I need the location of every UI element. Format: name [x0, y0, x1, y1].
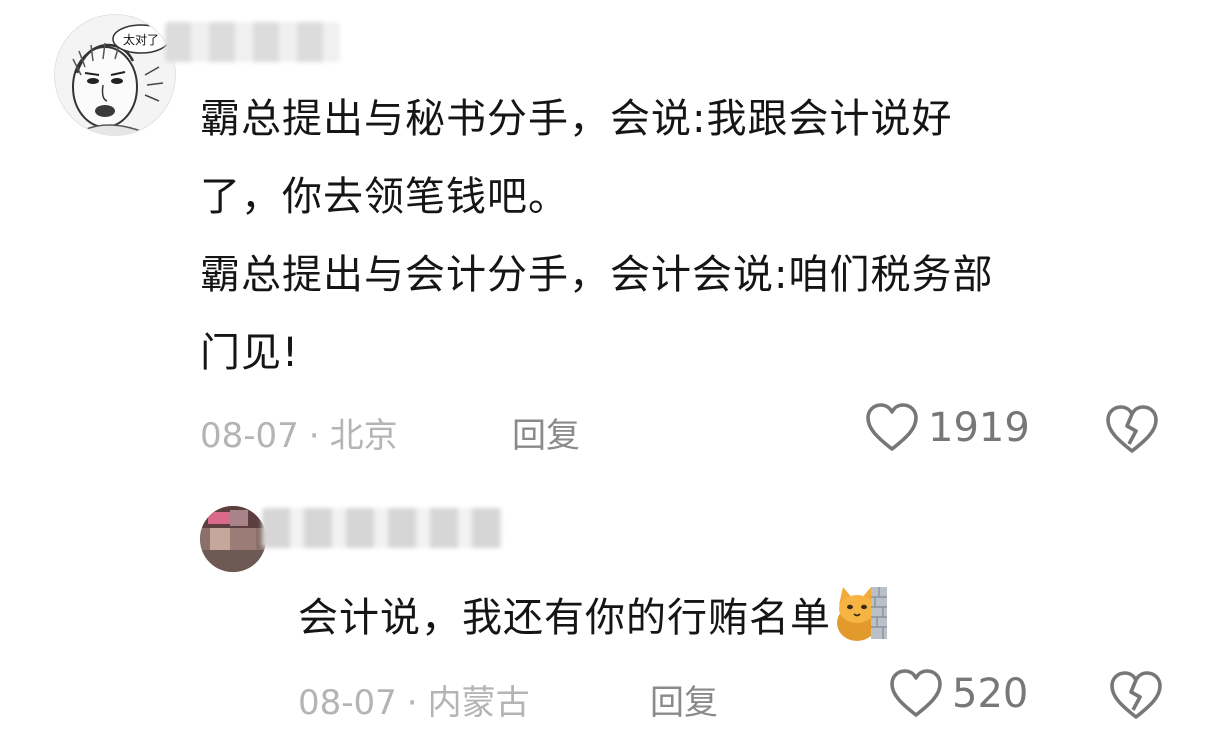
- separator-dot: ·: [406, 683, 418, 723]
- comment-thread: 太对了 霸总提出与秘书分手，会说:我跟会计说好 了，你去领笔钱吧。 霸总提出与会…: [0, 0, 1224, 748]
- comment-line: 了，你去领笔钱吧。: [200, 174, 569, 220]
- comment-meta: 08-07 · 北京: [200, 408, 398, 457]
- reply-button[interactable]: 回复: [650, 675, 718, 724]
- dislike-button[interactable]: [1108, 670, 1164, 726]
- username-blurred[interactable]: [165, 22, 340, 62]
- comment-text: 霸总提出与秘书分手，会说:我跟会计说好 了，你去领笔钱吧。 霸总提出与会计分手，…: [200, 80, 993, 392]
- avatar-image-blurred: [200, 506, 266, 572]
- broken-heart-icon: [1110, 671, 1162, 719]
- comment-line: 霸总提出与会计分手，会计会说:咱们税务部: [200, 252, 994, 298]
- cat-peeking-behind-wall-icon: [837, 587, 887, 641]
- separator-dot: ·: [308, 416, 320, 456]
- dislike-button[interactable]: [1104, 404, 1160, 460]
- reply-location: 内蒙古: [427, 683, 530, 723]
- avatar[interactable]: 太对了: [54, 14, 176, 136]
- like-button[interactable]: 1919: [864, 402, 1030, 454]
- broken-heart-icon: [1106, 405, 1158, 453]
- like-count: 1919: [928, 405, 1030, 451]
- heart-icon: [890, 669, 942, 717]
- comment-line: 门见!: [200, 330, 300, 376]
- avatar-caption: 太对了: [123, 32, 159, 47]
- reply-button[interactable]: 回复: [512, 408, 580, 457]
- comment-date: 08-07: [200, 416, 299, 456]
- like-button[interactable]: 520: [888, 668, 1028, 720]
- comment: 太对了 霸总提出与秘书分手，会说:我跟会计说好 了，你去领笔钱吧。 霸总提出与会…: [0, 0, 1224, 480]
- heart-icon: [866, 403, 918, 451]
- comment-location: 北京: [329, 416, 398, 456]
- reply-text-content: 会计说，我还有你的行贿名单: [298, 595, 831, 641]
- reply-meta: 08-07 · 内蒙古: [298, 675, 530, 724]
- reply-text: 会计说，我还有你的行贿名单: [298, 578, 889, 658]
- meme-face-avatar-image: 太对了: [55, 15, 175, 135]
- like-count: 520: [952, 671, 1029, 717]
- reply-date: 08-07: [298, 683, 397, 723]
- comment-line: 霸总提出与秘书分手，会说:我跟会计说好: [200, 96, 953, 142]
- avatar[interactable]: [200, 506, 266, 572]
- username-blurred[interactable]: [262, 508, 502, 548]
